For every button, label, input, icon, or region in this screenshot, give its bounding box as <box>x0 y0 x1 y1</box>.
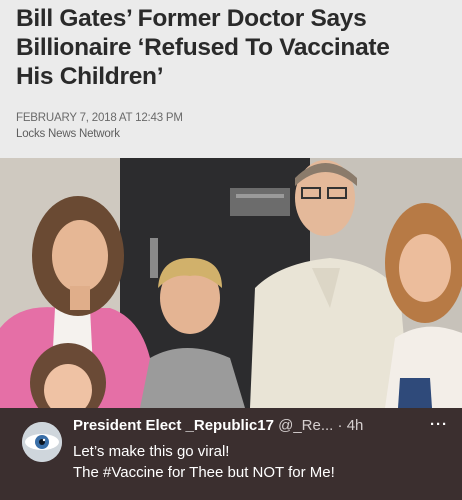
article-headline: Bill Gates’ Former Doctor Says Billionai… <box>16 4 456 91</box>
avatar[interactable] <box>22 422 62 462</box>
article-source: Locks News Network <box>16 128 120 140</box>
article-header: Bill Gates’ Former Doctor Says Billionai… <box>0 0 462 158</box>
headline-line: His Children’ <box>16 63 164 90</box>
display-name[interactable]: President Elect _Republic17 <box>73 417 274 434</box>
headline-line: Bill Gates’ Former Doctor Says <box>16 5 367 32</box>
family-photo <box>0 158 462 408</box>
more-options-icon[interactable]: ··· <box>430 416 452 433</box>
user-handle[interactable]: @_Re... <box>278 417 333 434</box>
post-text-line: Let’s make this go viral! <box>73 443 230 460</box>
headline-line: Billionaire ‘Refused To Vaccinate <box>16 34 390 61</box>
social-post[interactable]: President Elect _Republic17 @_Re... · 4h… <box>0 408 462 500</box>
article-date: FEBRUARY 7, 2018 AT 12:43 PM <box>16 112 183 124</box>
post-header: President Elect _Republic17 @_Re... · 4h <box>73 417 453 437</box>
post-time[interactable]: 4h <box>347 417 364 434</box>
separator: · <box>337 417 347 434</box>
post-text-line: The #Vaccine for Thee but NOT for Me! <box>73 464 335 481</box>
